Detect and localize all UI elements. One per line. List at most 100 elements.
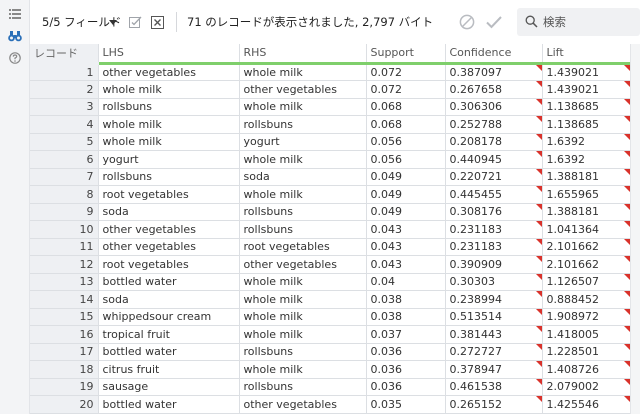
support-cell[interactable]: 0.038 <box>366 308 446 326</box>
support-cell[interactable]: 0.043 <box>366 255 446 274</box>
lift-cell[interactable]: 2.079002 <box>542 378 630 396</box>
support-cell[interactable]: 0.037 <box>366 325 446 344</box>
table-row[interactable]: 16 tropical fruit whole milk 0.037 0.381443 1… <box>30 325 630 344</box>
row-number[interactable]: 1 <box>30 63 99 81</box>
row-number[interactable]: 8 <box>30 185 99 204</box>
rhs-cell[interactable]: other vegetables <box>239 80 367 99</box>
support-cell[interactable]: 0.043 <box>366 238 446 256</box>
list-icon[interactable] <box>7 6 23 22</box>
lhs-cell[interactable]: bottled water <box>98 395 240 414</box>
table-row[interactable]: 4 whole milk rollsbuns 0.068 0.252788 1.13868… <box>30 115 630 134</box>
table-row[interactable]: 17 bottled water rollsbuns 0.036 0.272727 1.2… <box>30 343 630 361</box>
dropdown-caret-icon[interactable] <box>107 13 119 31</box>
lift-cell[interactable]: 2.101662 <box>542 238 630 256</box>
rhs-cell[interactable]: other vegetables <box>239 255 367 274</box>
lhs-cell[interactable]: whippedsour cream <box>98 308 240 326</box>
vertical-scrollbar[interactable] <box>630 44 640 414</box>
row-number[interactable]: 6 <box>30 150 99 169</box>
lift-cell[interactable]: 1.138685 <box>542 115 630 134</box>
table-row[interactable]: 6 yogurt whole milk 0.056 0.440945 1.6392 <box>30 150 630 169</box>
lift-cell[interactable]: 1.425546 <box>542 395 630 414</box>
support-cell[interactable]: 0.036 <box>366 360 446 379</box>
table-row[interactable]: 13 bottled water whole milk 0.04 0.30303 1.12… <box>30 273 630 291</box>
column-header-support[interactable]: Support <box>366 44 446 65</box>
row-number[interactable]: 4 <box>30 115 99 134</box>
lift-cell[interactable]: 1.6392 <box>542 133 630 151</box>
lift-cell[interactable]: 1.439021 <box>542 63 630 81</box>
confidence-cell[interactable]: 0.265152 <box>445 395 543 414</box>
support-cell[interactable]: 0.036 <box>366 343 446 361</box>
row-number[interactable]: 12 <box>30 255 99 274</box>
lhs-cell[interactable]: yogurt <box>98 150 240 169</box>
rhs-cell[interactable]: other vegetables <box>239 395 367 414</box>
row-number[interactable]: 13 <box>30 273 99 291</box>
confidence-cell[interactable]: 0.513514 <box>445 308 543 326</box>
column-header-rhs[interactable]: RHS <box>239 44 367 65</box>
confidence-cell[interactable]: 0.390909 <box>445 255 543 274</box>
support-cell[interactable]: 0.049 <box>366 203 446 221</box>
table-row[interactable]: 10 other vegetables rollsbuns 0.043 0.231183… <box>30 220 630 239</box>
confidence-cell[interactable]: 0.208178 <box>445 133 543 151</box>
confidence-cell[interactable]: 0.238994 <box>445 290 543 309</box>
lift-cell[interactable]: 1.126507 <box>542 273 630 291</box>
rhs-cell[interactable]: whole milk <box>239 325 367 344</box>
row-number[interactable]: 5 <box>30 133 99 151</box>
rhs-cell[interactable]: whole milk <box>239 273 367 291</box>
row-number[interactable]: 9 <box>30 203 99 221</box>
lhs-cell[interactable]: soda <box>98 203 240 221</box>
support-cell[interactable]: 0.068 <box>366 115 446 134</box>
rhs-cell[interactable]: yogurt <box>239 133 367 151</box>
row-number[interactable]: 7 <box>30 168 99 186</box>
row-number[interactable]: 18 <box>30 360 99 379</box>
lift-cell[interactable]: 1.041364 <box>542 220 630 239</box>
lift-cell[interactable]: 0.888452 <box>542 290 630 309</box>
confidence-cell[interactable]: 0.445455 <box>445 185 543 204</box>
lhs-cell[interactable]: soda <box>98 290 240 309</box>
rhs-cell[interactable]: whole milk <box>239 308 367 326</box>
table-row[interactable]: 15 whippedsour cream whole milk 0.038 0.5135… <box>30 308 630 326</box>
table-row[interactable]: 3 rollsbuns whole milk 0.068 0.306306 1.13868… <box>30 98 630 116</box>
support-cell[interactable]: 0.056 <box>366 133 446 151</box>
lhs-cell[interactable]: root vegetables <box>98 185 240 204</box>
rhs-cell[interactable]: rollsbuns <box>239 220 367 239</box>
row-number[interactable]: 16 <box>30 325 99 344</box>
search-input[interactable] <box>543 13 633 31</box>
lhs-cell[interactable]: other vegetables <box>98 63 240 81</box>
column-header-record[interactable]: レコード <box>30 44 99 65</box>
confidence-cell[interactable]: 0.231183 <box>445 220 543 239</box>
lhs-cell[interactable]: whole milk <box>98 133 240 151</box>
rhs-cell[interactable]: whole milk <box>239 98 367 116</box>
support-cell[interactable]: 0.049 <box>366 185 446 204</box>
row-number[interactable]: 15 <box>30 308 99 326</box>
support-cell[interactable]: 0.072 <box>366 63 446 81</box>
lhs-cell[interactable]: sausage <box>98 378 240 396</box>
row-number[interactable]: 20 <box>30 395 99 414</box>
lift-cell[interactable]: 1.439021 <box>542 80 630 99</box>
lhs-cell[interactable]: bottled water <box>98 343 240 361</box>
rhs-cell[interactable]: whole milk <box>239 290 367 309</box>
lhs-cell[interactable]: whole milk <box>98 115 240 134</box>
help-icon[interactable] <box>7 50 23 66</box>
rhs-cell[interactable]: whole milk <box>239 63 367 81</box>
lift-cell[interactable]: 2.101662 <box>542 255 630 274</box>
lift-cell[interactable]: 1.228501 <box>542 343 630 361</box>
confidence-cell[interactable]: 0.381443 <box>445 325 543 344</box>
table-row[interactable]: 18 citrus fruit whole milk 0.036 0.378947 1.4… <box>30 360 630 379</box>
lhs-cell[interactable]: root vegetables <box>98 255 240 274</box>
rhs-cell[interactable]: rollsbuns <box>239 343 367 361</box>
support-cell[interactable]: 0.049 <box>366 168 446 186</box>
row-number[interactable]: 11 <box>30 238 99 256</box>
table-row[interactable]: 11 other vegetables root vegetables 0.043 0.… <box>30 238 630 256</box>
confidence-cell[interactable]: 0.30303 <box>445 273 543 291</box>
lhs-cell[interactable]: citrus fruit <box>98 360 240 379</box>
lift-cell[interactable]: 1.418005 <box>542 325 630 344</box>
table-row[interactable]: 12 root vegetables other vegetables 0.043 0.… <box>30 255 630 274</box>
support-cell[interactable]: 0.072 <box>366 80 446 99</box>
lift-cell[interactable]: 1.388181 <box>542 203 630 221</box>
row-number[interactable]: 3 <box>30 98 99 116</box>
checkbox-edit-icon[interactable] <box>126 13 144 31</box>
confidence-cell[interactable]: 0.308176 <box>445 203 543 221</box>
confidence-cell[interactable]: 0.272727 <box>445 343 543 361</box>
table-row[interactable]: 5 whole milk yogurt 0.056 0.208178 1.6392 <box>30 133 630 151</box>
table-row[interactable]: 2 whole milk other vegetables 0.072 0.267658… <box>30 80 630 99</box>
